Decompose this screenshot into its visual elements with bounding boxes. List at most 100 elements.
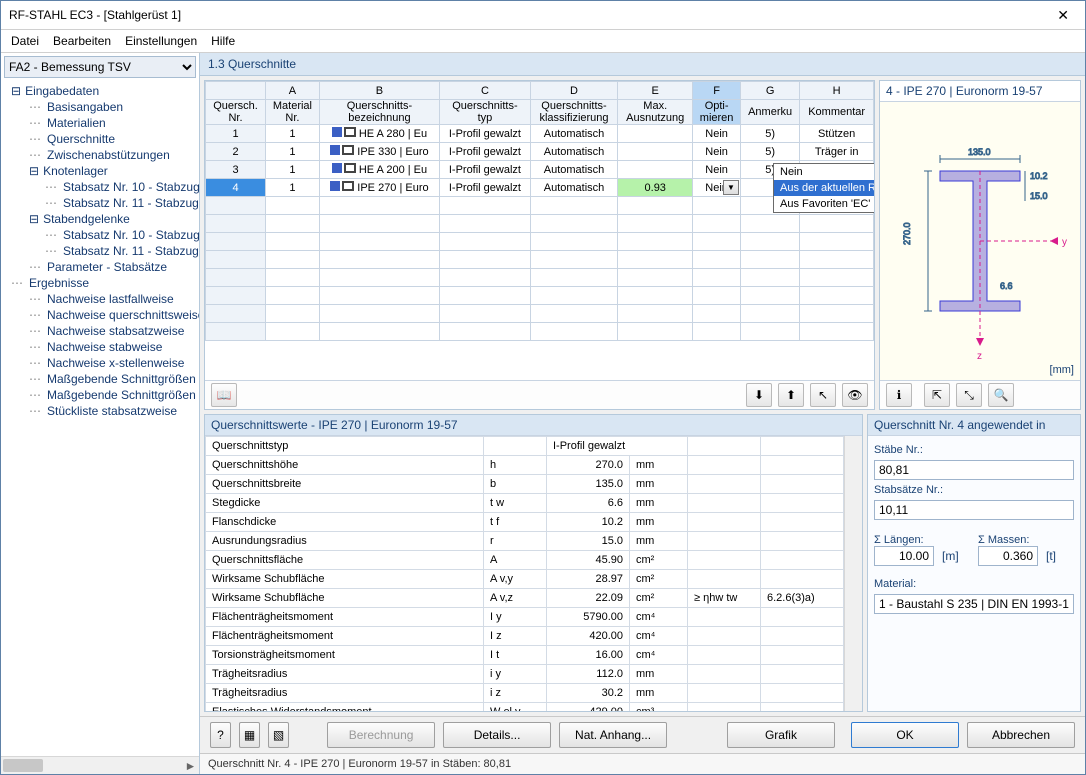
table-row: Wirksame SchubflächeA v,z22.09cm²≥ ηhw t… xyxy=(206,589,844,608)
tree-item[interactable]: ⋯ Stückliste stabsatzweise xyxy=(1,403,199,419)
tree-item[interactable]: ⋯ Nachweise stabweise xyxy=(1,339,199,355)
axes-icon: ⇱ xyxy=(932,388,942,402)
section-preview: 4 - IPE 270 | Euronorm 19-57 y xyxy=(879,80,1081,410)
menu-settings[interactable]: Einstellungen xyxy=(125,34,197,48)
props-title: Querschnittswerte - IPE 270 | Euronorm 1… xyxy=(205,415,862,436)
tree-item[interactable]: ⊟ Eingabedaten xyxy=(1,83,199,99)
axes2-icon: ⤡ xyxy=(964,388,974,403)
table-row: Trägheitsradiusi y112.0mm xyxy=(206,665,844,684)
table-row: Stegdicket w6.6mm xyxy=(206,494,844,513)
svg-text:15.0: 15.0 xyxy=(1030,191,1048,201)
svg-text:135.0: 135.0 xyxy=(968,147,991,157)
tree-item[interactable]: ⋯ Stabsatz Nr. 11 - Stabzug xyxy=(1,243,199,259)
zoom-button[interactable]: 🔍 xyxy=(988,383,1014,407)
svg-text:6.6: 6.6 xyxy=(1000,281,1013,291)
loadcase-select[interactable]: FA2 - Bemessung TSV xyxy=(4,56,196,78)
tool1-button[interactable]: ▦ xyxy=(239,722,260,748)
table-row[interactable]: 11 HE A 280 | EuI-Profil gewalztAutomati… xyxy=(206,125,874,143)
tree-item[interactable]: ⋯ Maßgebende Schnittgrößen stabweise xyxy=(1,371,199,387)
props-vscroll[interactable] xyxy=(844,436,862,711)
axes2-button[interactable]: ⤡ xyxy=(956,383,982,407)
dropdown-option[interactable]: Nein xyxy=(774,164,874,180)
svg-text:270.0: 270.0 xyxy=(902,222,912,245)
unit-label: [mm] xyxy=(1050,364,1074,376)
tree-item[interactable]: ⋯ Maßgebende Schnittgrößen stabsatzweise xyxy=(1,387,199,403)
svg-text:z: z xyxy=(977,351,982,362)
material-label: Material: xyxy=(874,578,1074,590)
length-unit: [m] xyxy=(942,549,959,563)
members-label: Stäbe Nr.: xyxy=(874,444,1074,456)
excel-import-icon: ⬆ xyxy=(786,388,796,402)
sets-input[interactable] xyxy=(874,500,1074,520)
info-button[interactable]: ℹ xyxy=(886,383,912,407)
optimize-dropdown[interactable]: NeinAus der aktuellen ReiheAus Favoriten… xyxy=(773,163,874,213)
tree-item[interactable]: ⋯ Querschnitte xyxy=(1,131,199,147)
ok-button[interactable]: OK xyxy=(851,722,959,748)
tree-item[interactable]: ⋯ Basisangaben xyxy=(1,99,199,115)
panel-title: 1.3 Querschnitte xyxy=(200,53,1085,76)
tree-item[interactable]: ⊟ Knotenlager xyxy=(1,163,199,179)
library-button[interactable]: 📖 xyxy=(211,383,237,407)
members-input[interactable] xyxy=(874,460,1074,480)
table-row: Trägheitsradiusi z30.2mm xyxy=(206,684,844,703)
help-button[interactable]: ? xyxy=(210,722,231,748)
scroll-thumb[interactable] xyxy=(3,759,43,772)
table-row: FlächenträgheitsmomentI z420.00cm⁴ xyxy=(206,627,844,646)
cancel-button[interactable]: Abbrechen xyxy=(967,722,1075,748)
pick-icon: ↖ xyxy=(818,388,828,402)
magnify-icon: 🔍 xyxy=(994,388,1009,402)
cross-sections-grid[interactable]: ABCDEFGHQuersch.Nr.MaterialNr.Querschnit… xyxy=(205,81,874,380)
national-annex-button[interactable]: Nat. Anhang... xyxy=(559,722,667,748)
export-excel-button[interactable]: ⬇ xyxy=(746,383,772,407)
table-row: Ausrundungsradiusr15.0mm xyxy=(206,532,844,551)
sum-length-input[interactable] xyxy=(874,546,934,566)
tree-item[interactable]: ⋯ Nachweise x-stellenweise xyxy=(1,355,199,371)
svg-text:y: y xyxy=(1062,237,1067,248)
help-icon: ? xyxy=(217,728,224,742)
pick-button[interactable]: ↖ xyxy=(810,383,836,407)
tree-item[interactable]: ⋯ Stabsatz Nr. 11 - Stabzug xyxy=(1,195,199,211)
mass-unit: [t] xyxy=(1046,549,1056,563)
tree-item[interactable]: ⋯ Stabsatz Nr. 10 - Stabzug xyxy=(1,179,199,195)
tree-item[interactable]: ⊟ Stabendgelenke xyxy=(1,211,199,227)
details-button[interactable]: Details... xyxy=(443,722,551,748)
tree-item[interactable]: ⋯ Materialien xyxy=(1,115,199,131)
statusbar: Querschnitt Nr. 4 - IPE 270 | Euronorm 1… xyxy=(200,753,1085,774)
book-icon: 📖 xyxy=(217,388,232,402)
dropdown-option[interactable]: Aus der aktuellen Reihe xyxy=(774,180,874,196)
props-table[interactable]: QuerschnittstypI-Profil gewalztQuerschni… xyxy=(205,436,844,711)
tree-item[interactable]: ⋯ Nachweise querschnittsweise xyxy=(1,307,199,323)
material-input[interactable] xyxy=(874,594,1074,614)
view-button[interactable]: 👁 xyxy=(842,383,868,407)
tree-item[interactable]: ⋯ Nachweise stabsatzweise xyxy=(1,323,199,339)
import-excel-button[interactable]: ⬆ xyxy=(778,383,804,407)
sum-mass-label: Σ Massen: xyxy=(978,534,1029,546)
close-icon[interactable]: ✕ xyxy=(1049,7,1077,24)
nav-tree[interactable]: ⊟ Eingabedaten⋯ Basisangaben⋯ Materialie… xyxy=(1,81,199,756)
tree-item[interactable]: ⋯ Parameter - Stabsätze xyxy=(1,259,199,275)
table-row[interactable]: 21 IPE 330 | EuroI-Profil gewalztAutomat… xyxy=(206,143,874,161)
scroll-right-icon[interactable]: ► xyxy=(182,757,199,774)
eye-icon: 👁 xyxy=(847,388,862,402)
sidebar-hscroll[interactable]: ◄ ► xyxy=(1,756,199,774)
chevron-down-icon[interactable]: ▼ xyxy=(723,180,739,195)
table-row: FlächenträgheitsmomentI y5790.00cm⁴ xyxy=(206,608,844,627)
table-row: Flanschdicket f10.2mm xyxy=(206,513,844,532)
applied-in-title: Querschnitt Nr. 4 angewendet in xyxy=(868,415,1080,436)
tool2-button[interactable]: ▧ xyxy=(268,722,289,748)
graphics-button[interactable]: Grafik xyxy=(727,722,835,748)
sum-length-label: Σ Längen: xyxy=(874,534,924,546)
sum-mass-input[interactable] xyxy=(978,546,1038,566)
tree-item[interactable]: ⋯ Stabsatz Nr. 10 - Stabzug xyxy=(1,227,199,243)
dropdown-option[interactable]: Aus Favoriten 'EC' xyxy=(774,196,874,212)
tree-item[interactable]: ⋯ Ergebnisse xyxy=(1,275,199,291)
tree-item[interactable]: ⋯ Nachweise lastfallweise xyxy=(1,291,199,307)
tree-item[interactable]: ⋯ Zwischenabstützungen xyxy=(1,147,199,163)
table-row: Querschnittsbreiteb135.0mm xyxy=(206,475,844,494)
menu-help[interactable]: Hilfe xyxy=(211,34,235,48)
menu-file[interactable]: Datei xyxy=(11,34,39,48)
calculate-button[interactable]: Berechnung xyxy=(327,722,435,748)
axes1-button[interactable]: ⇱ xyxy=(924,383,950,407)
table-row: Elastisches WiderstandsmomentW el,y429.0… xyxy=(206,703,844,712)
menu-edit[interactable]: Bearbeiten xyxy=(53,34,111,48)
